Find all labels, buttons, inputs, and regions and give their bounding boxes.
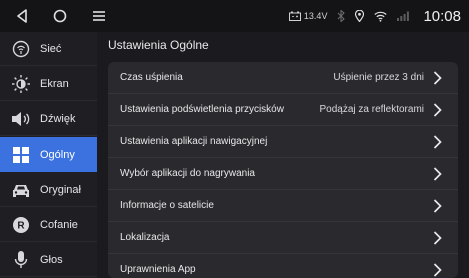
menu-button[interactable] xyxy=(87,0,111,32)
sidebar-item-label: Sieć xyxy=(40,42,62,55)
voltage-text: 13.4V xyxy=(303,11,328,21)
chevron-right-icon xyxy=(430,228,444,248)
home-icon xyxy=(53,9,67,23)
row-label: Wybór aplikacji do nagrywania xyxy=(120,168,255,179)
row-button-backlight[interactable]: Ustawienia podświetlenia przycisków Podą… xyxy=(108,94,458,126)
sidebar-item-label: Ogólny xyxy=(40,148,75,161)
chevron-right-icon xyxy=(430,196,444,216)
battery-icon xyxy=(288,11,301,21)
location-icon xyxy=(355,10,365,22)
status-bar: 13.4V 10:08 xyxy=(0,0,469,32)
sidebar-item-voice[interactable]: Głos xyxy=(0,243,97,277)
clock: 10:08 xyxy=(423,7,461,25)
general-grid-icon xyxy=(9,143,33,167)
sidebar-item-sound[interactable]: Dźwięk xyxy=(0,102,97,136)
chevron-right-icon xyxy=(430,68,444,88)
row-label: Informacje o satelicie xyxy=(120,200,214,211)
sidebar-item-label: Cofanie xyxy=(40,218,78,231)
chevron-right-icon xyxy=(430,132,444,152)
back-button[interactable] xyxy=(10,0,34,32)
sidebar-item-display[interactable]: Ekran xyxy=(0,67,97,101)
settings-list: Czas uśpienia Uśpienie przez 3 dni Ustaw… xyxy=(108,62,458,278)
status-indicators: 13.4V 10:08 xyxy=(288,0,461,32)
brightness-icon xyxy=(9,72,33,96)
reverse-gear-icon: R xyxy=(9,213,33,237)
wifi-icon xyxy=(374,11,388,22)
bluetooth-icon xyxy=(338,10,346,22)
row-value: Uśpienie przez 3 dni xyxy=(333,72,424,83)
row-label: Ustawienia aplikacji nawigacyjnej xyxy=(120,136,268,147)
battery-voltage: 13.4V xyxy=(288,11,328,21)
chevron-right-icon xyxy=(430,100,444,120)
row-value: Podążaj za reflektorami xyxy=(319,104,425,115)
sidebar-item-original[interactable]: Oryginał xyxy=(0,173,97,207)
sidebar-item-label: Dźwięk xyxy=(40,112,76,125)
menu-icon xyxy=(93,11,105,21)
row-label: Czas uśpienia xyxy=(120,72,183,83)
svg-text:R: R xyxy=(17,220,25,231)
microphone-icon xyxy=(9,248,33,272)
row-sleep-time[interactable]: Czas uśpienia Uśpienie przez 3 dni xyxy=(108,62,458,94)
settings-sidebar: Sieć Ekran Dźwięk Ogólny Oryginał R Cofa… xyxy=(0,32,97,278)
row-satellite-info[interactable]: Informacje o satelicie xyxy=(108,190,458,222)
row-recording-app[interactable]: Wybór aplikacji do nagrywania xyxy=(108,158,458,190)
speaker-icon xyxy=(9,107,33,131)
row-app-permissions[interactable]: Uprawnienia App xyxy=(108,254,458,278)
network-icon xyxy=(9,37,33,61)
row-label: Lokalizacja xyxy=(120,232,170,243)
sidebar-item-general[interactable]: Ogólny xyxy=(0,137,97,172)
signal-icon xyxy=(397,11,410,21)
chevron-right-icon xyxy=(430,164,444,184)
sidebar-item-label: Ekran xyxy=(40,77,69,90)
home-button[interactable] xyxy=(48,0,72,32)
back-icon xyxy=(17,9,27,23)
row-navigation-app[interactable]: Ustawienia aplikacji nawigacyjnej xyxy=(108,126,458,158)
row-location[interactable]: Lokalizacja xyxy=(108,222,458,254)
sidebar-item-label: Oryginał xyxy=(40,183,81,196)
sidebar-item-network[interactable]: Sieć xyxy=(0,32,97,66)
car-icon xyxy=(9,178,33,202)
page-title: Ustawienia Ogólne xyxy=(108,38,209,52)
row-label: Uprawnienia App xyxy=(120,264,196,275)
row-label: Ustawienia podświetlenia przycisków xyxy=(120,104,284,115)
sidebar-item-reverse[interactable]: R Cofanie xyxy=(0,208,97,242)
chevron-right-icon xyxy=(430,260,444,278)
sidebar-item-label: Głos xyxy=(40,253,63,266)
